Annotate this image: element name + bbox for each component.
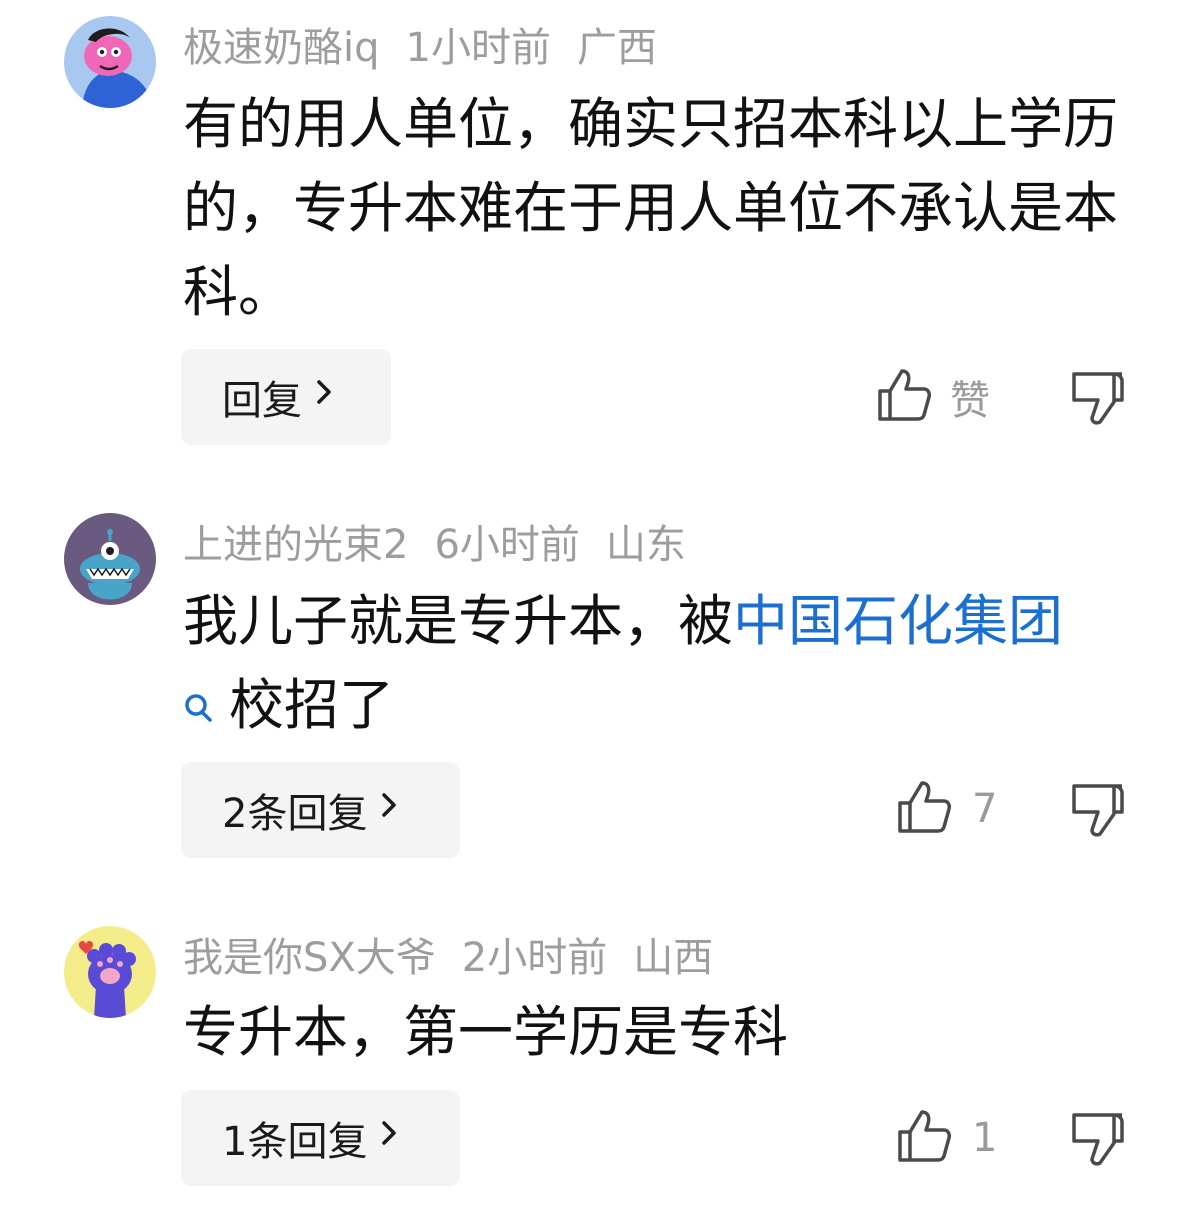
thumbs-up-icon bbox=[896, 1108, 952, 1168]
like-button[interactable]: 7 bbox=[896, 779, 997, 839]
timestamp: 1小时前 bbox=[405, 25, 551, 71]
location: 山东 bbox=[605, 522, 686, 568]
like-count: 7 bbox=[972, 786, 998, 832]
like-count: 1 bbox=[972, 1115, 998, 1161]
timestamp: 2小时前 bbox=[461, 935, 608, 981]
comment-text: 我儿子就是专升本，被中国石化集团校招了 bbox=[183, 579, 1153, 751]
reply-label: 1条回复 bbox=[222, 1119, 368, 1165]
comment-meta: 极速奶酪iq 1小时前 广西 bbox=[183, 20, 683, 76]
purple-paw-avatar bbox=[64, 926, 156, 1018]
like-button[interactable]: 1 bbox=[896, 1108, 997, 1168]
thumbs-down-icon[interactable] bbox=[1070, 1111, 1126, 1171]
username[interactable]: 极速奶酪iq bbox=[183, 25, 380, 71]
like-count: 赞 bbox=[950, 378, 990, 424]
avatar[interactable] bbox=[64, 926, 156, 1018]
reply-label: 回复 bbox=[222, 378, 302, 424]
reply-button[interactable]: 2条回复 bbox=[181, 762, 460, 858]
avatar[interactable] bbox=[64, 513, 156, 605]
comment-text-part: 校招了 bbox=[229, 673, 395, 737]
comment-text: 专升本，第一学历是专科 bbox=[183, 1000, 789, 1064]
thumbs-up-icon bbox=[876, 367, 932, 427]
chevron-right-icon bbox=[379, 787, 401, 833]
timestamp: 6小时前 bbox=[434, 522, 580, 568]
reply-button[interactable]: 回复 bbox=[181, 349, 391, 445]
pink-character-avatar bbox=[64, 16, 156, 108]
comment-item: 极速奶酪iq 1小时前 广西 有的用人单位，确实只招本科以上学历的，专升本难在于用人… bbox=[0, 0, 1199, 470]
location: 山西 bbox=[633, 935, 714, 981]
username[interactable]: 上进的光束2 bbox=[183, 522, 408, 568]
comment-meta: 上进的光束2 6小时前 山东 bbox=[183, 517, 712, 573]
reply-label: 2条回复 bbox=[222, 791, 368, 837]
avatar[interactable] bbox=[64, 16, 156, 108]
comment-item: 我是你SX大爷 2小时前 山西 专升本，第一学历是专科 1条回复 1 bbox=[0, 910, 1199, 1225]
chevron-right-icon bbox=[379, 1115, 401, 1161]
search-icon[interactable] bbox=[183, 667, 215, 751]
username[interactable]: 我是你SX大爷 bbox=[183, 935, 436, 981]
comment-text: 有的用人单位，确实只招本科以上学历的，专升本难在于用人单位不承认是本科。 bbox=[183, 92, 1119, 324]
like-button[interactable]: 赞 bbox=[876, 367, 990, 427]
thumbs-down-icon[interactable] bbox=[1070, 782, 1126, 842]
location: 广西 bbox=[576, 25, 657, 71]
comment-meta: 我是你SX大爷 2小时前 山西 bbox=[183, 930, 739, 986]
chevron-right-icon bbox=[314, 374, 336, 420]
reply-button[interactable]: 1条回复 bbox=[181, 1090, 460, 1186]
search-link[interactable]: 中国石化集团 bbox=[733, 589, 1063, 653]
blue-monster-avatar bbox=[64, 513, 156, 605]
comment-item: 上进的光束2 6小时前 山东 我儿子就是专升本，被中国石化集团校招了 2条回复 7 bbox=[0, 497, 1199, 897]
thumbs-down-icon[interactable] bbox=[1070, 370, 1126, 430]
thumbs-up-icon bbox=[896, 779, 952, 839]
comment-text-part: 我儿子就是专升本，被 bbox=[183, 589, 734, 653]
